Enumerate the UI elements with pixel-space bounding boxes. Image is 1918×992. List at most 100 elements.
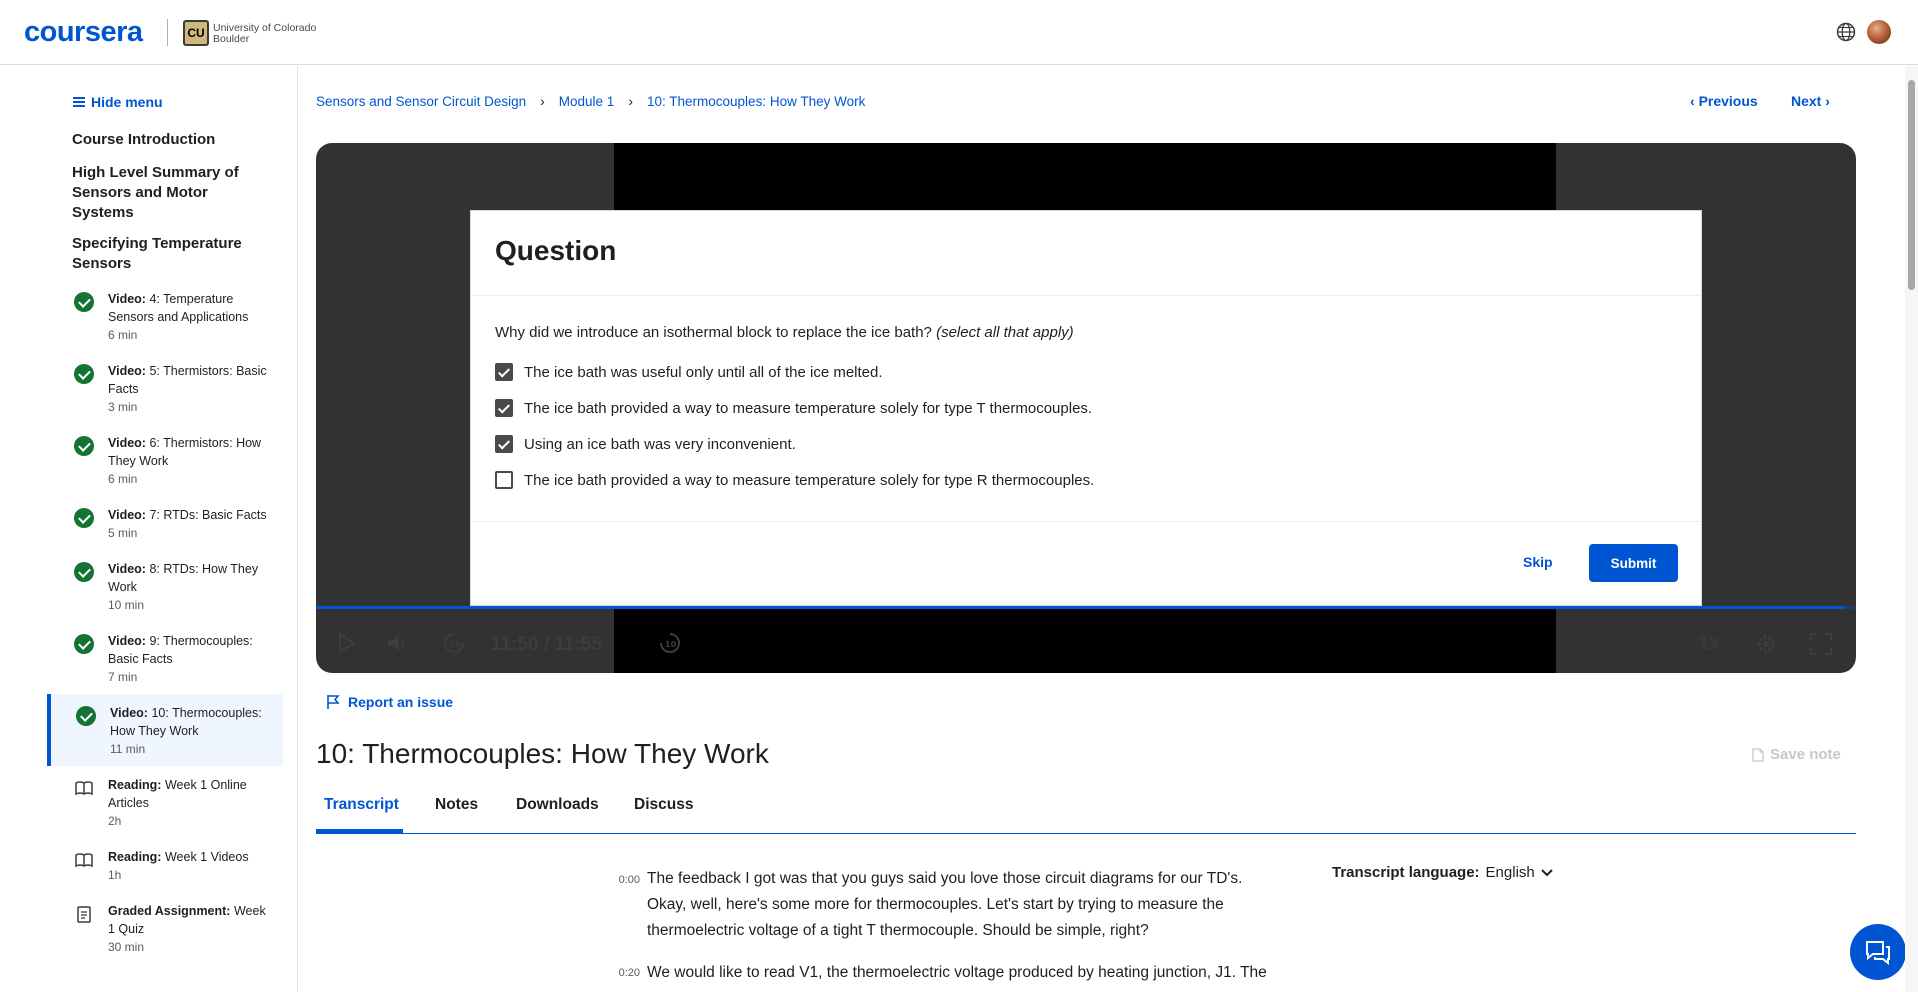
top-header: coursera CU University of Colorado Bould…: [0, 0, 1918, 65]
scrollbar-thumb[interactable]: [1908, 80, 1915, 290]
skip-button[interactable]: Skip: [1523, 554, 1553, 570]
playback-speed-button[interactable]: 1x: [1698, 632, 1720, 655]
checkbox-checked[interactable]: [495, 363, 513, 381]
item-duration: 11 min: [110, 742, 146, 756]
transcript-language-select[interactable]: Transcript language: English: [1332, 864, 1553, 881]
answer-option-3[interactable]: Using an ice bath was very inconvenient.: [495, 435, 796, 453]
sidebar-item-video-10-active[interactable]: Video: 10: Thermocouples: How They Work …: [47, 694, 283, 766]
item-duration: 3 min: [108, 400, 138, 414]
section-high-level-summary[interactable]: High Level Summary of Sensors and Motor …: [72, 163, 262, 223]
checkbox-checked[interactable]: [495, 399, 513, 417]
save-note-button[interactable]: Save note: [1752, 746, 1841, 763]
transcript-timestamp[interactable]: 0:00: [590, 874, 640, 886]
item-kind: Video:: [110, 706, 148, 720]
content-tabs: Transcript Notes Downloads Discuss: [316, 790, 1856, 834]
play-icon[interactable]: [338, 633, 356, 653]
answer-option-4[interactable]: The ice bath provided a way to measure t…: [495, 471, 1094, 489]
chevron-right-icon: ›: [540, 93, 545, 109]
section-specifying-temperature-sensors[interactable]: Specifying Temperature Sensors: [72, 234, 262, 274]
previous-button[interactable]: ‹ Previous: [1690, 93, 1758, 109]
tab-discuss[interactable]: Discuss: [634, 796, 693, 814]
in-video-question-modal: Question Why did we introduce an isother…: [470, 210, 1702, 606]
volume-icon[interactable]: [386, 632, 410, 654]
page-scrollbar[interactable]: [1905, 66, 1918, 992]
fullscreen-icon[interactable]: [1810, 633, 1832, 655]
breadcrumb-module[interactable]: Module 1: [559, 94, 615, 109]
submit-button[interactable]: Submit: [1589, 544, 1678, 582]
check-circle-icon: [74, 436, 94, 456]
item-kind: Video:: [108, 562, 146, 576]
sidebar-item-video-6[interactable]: Video: 6: Thermistors: How They Work 6 m…: [48, 432, 283, 500]
question-prompt: Why did we introduce an isothermal block…: [495, 324, 1074, 341]
chat-bubble-icon: [1866, 941, 1890, 965]
check-circle-icon: [74, 508, 94, 528]
item-duration: 5 min: [108, 526, 138, 540]
tab-transcript[interactable]: Transcript: [324, 796, 399, 814]
breadcrumb-course[interactable]: Sensors and Sensor Circuit Design: [316, 94, 526, 109]
checkbox-checked[interactable]: [495, 435, 513, 453]
item-kind: Video:: [108, 508, 146, 522]
question-title: Question: [495, 235, 617, 266]
globe-icon[interactable]: [1836, 22, 1856, 42]
transcript-paragraph[interactable]: We would like to read V1, the thermoelec…: [647, 960, 1277, 986]
user-avatar[interactable]: [1867, 20, 1891, 44]
breadcrumb-lesson[interactable]: 10: Thermocouples: How They Work: [647, 94, 865, 109]
section-course-introduction[interactable]: Course Introduction: [72, 130, 262, 150]
item-kind: Graded Assignment:: [108, 904, 231, 918]
checkbox-unchecked[interactable]: [495, 471, 513, 489]
answer-option-2[interactable]: The ice bath provided a way to measure t…: [495, 399, 1092, 417]
rewind-10-icon[interactable]: 10: [442, 631, 466, 655]
answer-label: Using an ice bath was very inconvenient.: [524, 435, 796, 453]
item-title: 7: RTDs: Basic Facts: [149, 508, 267, 522]
item-kind: Reading:: [108, 778, 162, 792]
answer-label: The ice bath provided a way to measure t…: [524, 399, 1093, 417]
question-hint: (select all that apply): [936, 324, 1074, 341]
next-button[interactable]: Next ›: [1791, 93, 1830, 109]
forward-10-icon[interactable]: 10: [658, 631, 682, 655]
divider: [471, 295, 1701, 296]
answer-option-1[interactable]: The ice bath was useful only until all o…: [495, 363, 883, 381]
next-label: Next: [1791, 93, 1822, 109]
svg-text:10: 10: [665, 640, 677, 649]
answer-label: The ice bath was useful only until all o…: [524, 363, 883, 381]
report-issue-link[interactable]: Report an issue: [326, 694, 453, 710]
item-title: Week 1 Videos: [164, 850, 249, 864]
item-kind: Video:: [108, 364, 146, 378]
transcript-timestamp[interactable]: 0:20: [590, 967, 640, 979]
coursera-logo[interactable]: coursera: [24, 16, 143, 49]
video-progress-bar[interactable]: [316, 606, 1856, 609]
page-title: 10: Thermocouples: How They Work: [316, 738, 769, 769]
sidebar-item-graded-quiz[interactable]: Graded Assignment: Week 1 Quiz 30 min: [48, 900, 283, 968]
divider: [471, 521, 1701, 522]
item-duration: 30 min: [108, 940, 145, 954]
book-icon: [75, 853, 93, 868]
partner-name-line2: Boulder: [213, 33, 250, 45]
item-duration: 2h: [108, 814, 122, 828]
sidebar-item-video-5[interactable]: Video: 5: Thermistors: Basic Facts 3 min: [48, 360, 283, 428]
question-text: Why did we introduce an isothermal block…: [495, 324, 932, 341]
sidebar-item-video-4[interactable]: Video: 4: Temperature Sensors and Applic…: [48, 288, 283, 356]
chevron-right-icon: ›: [628, 93, 633, 109]
note-icon: [1752, 747, 1764, 762]
sidebar-item-reading-articles[interactable]: Reading: Week 1 Online Articles 2h: [48, 774, 283, 842]
chat-help-button[interactable]: [1850, 924, 1906, 980]
settings-gear-icon[interactable]: [1754, 632, 1778, 656]
chevron-down-icon: [1541, 868, 1553, 876]
item-duration: 1h: [108, 868, 122, 882]
transcript-paragraph[interactable]: The feedback I got was that you guys sai…: [647, 866, 1277, 944]
save-note-label: Save note: [1770, 746, 1841, 763]
sidebar-item-video-9[interactable]: Video: 9: Thermocouples: Basic Facts 7 m…: [48, 630, 283, 698]
active-tab-indicator: [316, 829, 403, 833]
flag-icon: [327, 695, 340, 709]
transcript-language-value: English: [1485, 864, 1535, 881]
answer-label: The ice bath provided a way to measure t…: [524, 471, 1095, 489]
transcript-language-label: Transcript language:: [1332, 864, 1480, 881]
hide-menu-label: Hide menu: [91, 94, 163, 110]
svg-text:10: 10: [449, 640, 461, 649]
check-circle-icon: [74, 292, 94, 312]
tab-notes[interactable]: Notes: [435, 796, 478, 814]
item-duration: 6 min: [108, 328, 138, 342]
sidebar-item-video-8[interactable]: Video: 8: RTDs: How They Work 10 min: [48, 558, 283, 626]
hide-menu-button[interactable]: Hide menu: [73, 94, 163, 110]
tab-downloads[interactable]: Downloads: [516, 796, 599, 814]
